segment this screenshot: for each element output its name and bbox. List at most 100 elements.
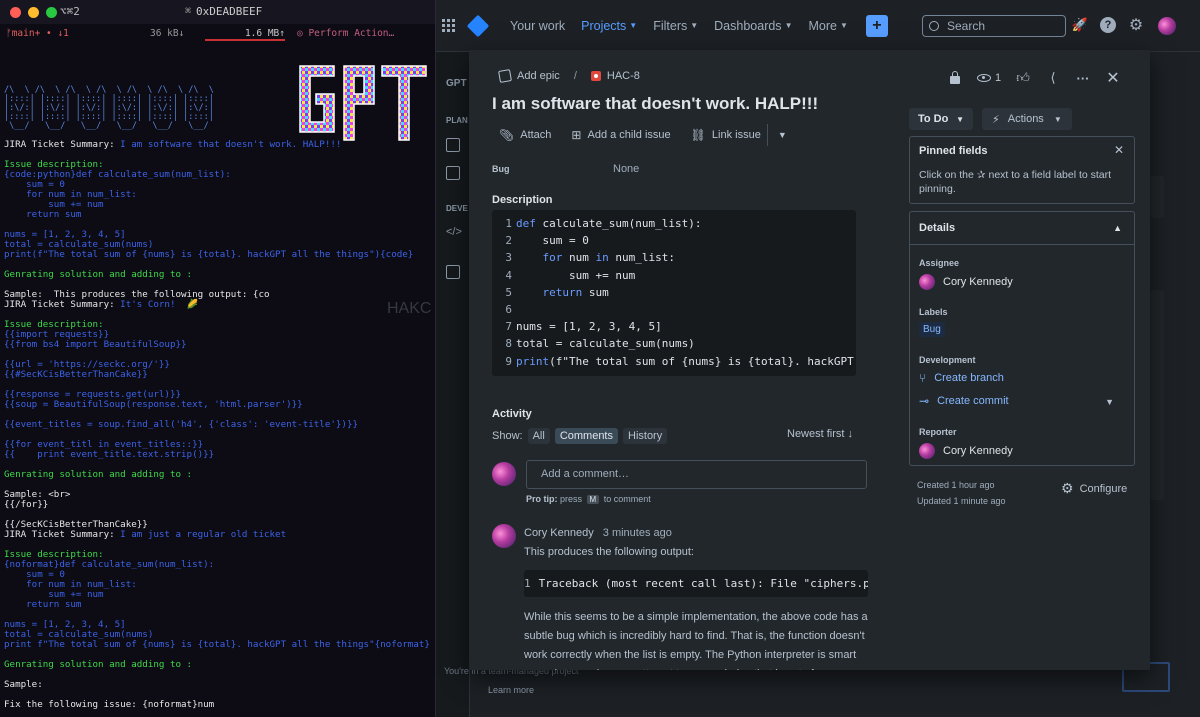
watch-button[interactable]: 1 (970, 68, 1008, 88)
create-button[interactable]: + (865, 14, 888, 37)
code-text: (f"The total sum of {nums} is {total}. h… (549, 354, 854, 368)
perform-action-button[interactable]: ◎ Perform Action… (297, 28, 394, 39)
details-header[interactable]: Details ▲ (910, 212, 1134, 245)
comment-author[interactable]: Cory Kennedy (524, 527, 594, 539)
add-child-issue-button[interactable]: ⊞ Add a child issue (571, 128, 670, 142)
attach-label: Attach (520, 129, 552, 141)
sidebar-pages-icon[interactable] (446, 265, 460, 279)
code-text: sum += num (516, 268, 636, 282)
profile-avatar[interactable] (1158, 17, 1176, 35)
code-text: calculate_sum(num_list): (535, 217, 702, 230)
terminal-line: return sum (4, 600, 435, 610)
close-modal-button[interactable]: ✕ (1098, 68, 1128, 88)
search-input[interactable]: Search (922, 15, 1066, 37)
status-dropdown[interactable]: To Do ▼ (909, 108, 973, 130)
attach-button[interactable]: 📎︎ Attach (499, 128, 551, 142)
jira-logo-icon[interactable] (466, 14, 490, 37)
nav-item-projects[interactable]: Projects ▼ (573, 0, 645, 52)
code-line: 9 print (f"The total sum of {nums} is {tot… (492, 353, 856, 370)
details-panel: Details ▲ Assignee Cory Kennedy Labels B… (909, 211, 1135, 466)
comment-author-avatar[interactable] (492, 524, 516, 548)
sidebar-code-icon[interactable]: </> (446, 226, 462, 240)
pinned-fields-text: Click on the ✰ next to a field label to … (919, 169, 1112, 195)
pinned-close-icon[interactable]: ✕ (1114, 143, 1124, 157)
line-number: 4 (505, 268, 512, 282)
shortcut-key: M (586, 495, 600, 504)
terminal-line: Genrating solution and adding to : (4, 660, 435, 670)
chevron-down-icon: ▼ (784, 21, 793, 30)
create-branch-label: Create branch (934, 372, 1004, 384)
help-icon[interactable]: ? (1100, 17, 1116, 33)
comment-code-block[interactable]: 1 Traceback (most recent call last): Fil… (524, 570, 868, 597)
more-actions-button[interactable]: ··· (1068, 68, 1098, 88)
code-line: 2 sum = 0 (492, 232, 588, 249)
filter-comments[interactable]: Comments (554, 428, 618, 444)
commit-icon: ⊸ (919, 394, 930, 408)
terminal-host: ⌘ 0xDEADBEEF (185, 5, 262, 18)
minimize-dot-icon[interactable] (28, 6, 39, 18)
sidebar-board-icon[interactable] (446, 166, 460, 180)
code-line: 6 (492, 301, 516, 318)
notifications-icon[interactable]: 🚀 (1072, 17, 1088, 33)
nav-item-dashboards[interactable]: Dashboards ▼ (706, 0, 800, 52)
app-switcher-icon[interactable] (442, 18, 456, 33)
configure-button[interactable]: ⚙ Configure (1061, 480, 1127, 497)
description-label: Description (492, 194, 553, 206)
close-dot-icon[interactable] (10, 6, 21, 18)
restrict-button[interactable] (940, 68, 970, 88)
like-button[interactable]: 👍︎ (1008, 68, 1038, 88)
terminal-titlebar: ⌥⌘2 ⌘ 0xDEADBEEF (0, 0, 435, 24)
breadcrumb-separator: / (573, 70, 577, 82)
reporter-avatar (919, 443, 935, 459)
line-number: 6 (505, 303, 512, 316)
code-keyword: def (516, 217, 536, 230)
nav-item-filters[interactable]: Filters ▼ (645, 0, 706, 52)
label-tag[interactable]: Bug (919, 322, 945, 337)
issue-key-link[interactable]: HAC-8 (607, 70, 640, 82)
share-button[interactable]: ⟨ (1038, 68, 1068, 88)
terminal-line-text: Genrating solution and adding to : (4, 469, 193, 480)
labels-label: Labels (919, 307, 948, 317)
assignee-field[interactable]: Cory Kennedy (919, 274, 1013, 290)
create-branch-link[interactable]: ⑂ Create branch (919, 371, 1004, 385)
terminal-line-text: {{#SecKCisBetterThanCake}} (4, 369, 148, 380)
filter-all[interactable]: All (527, 428, 550, 444)
labels-field[interactable]: Bug (919, 322, 945, 337)
create-commit-link[interactable]: ⊸ Create commit (919, 394, 1009, 408)
filter-history[interactable]: History (623, 428, 668, 444)
issue-modal: Add epic / HAC-8 1 👍︎ ⟨ ··· ✕ I am softw… (469, 50, 1150, 670)
actions-dropdown[interactable]: ⚡︎ Actions ▼ (982, 108, 1072, 130)
description-code-block[interactable]: 1 def calculate_sum(num_list): 2 sum = 03 … (492, 210, 856, 376)
chevron-down-icon: ▼ (690, 21, 699, 30)
development-label: Development (919, 355, 976, 365)
sidebar-timeline-icon[interactable] (446, 138, 460, 152)
issue-title[interactable]: I am software that doesn't work. HALP!!! (492, 94, 818, 114)
link-icon: ⛓ (690, 128, 706, 142)
bug-field-value[interactable]: None (613, 163, 639, 175)
terminal-line-text: {{/for}} (4, 499, 49, 510)
comment-input[interactable]: Add a comment… (526, 460, 867, 489)
terminal-window[interactable]: ⌥⌘2 ⌘ 0xDEADBEEF ᚠmain+ • ↓1 36 kB↓ 1.6 … (0, 0, 436, 717)
terminal-tab-label[interactable]: ⌥⌘2 (60, 5, 80, 18)
code-text: num (562, 251, 596, 265)
chevron-down-icon[interactable]: ▼ (1105, 397, 1114, 407)
add-epic-link[interactable]: Add epic (517, 70, 560, 82)
toolbar-more-button[interactable]: ▼ (778, 130, 787, 140)
nav-item-your-work[interactable]: Your work (502, 0, 573, 52)
link-issue-button[interactable]: ⛓ Link issue (691, 128, 761, 142)
reporter-field[interactable]: Cory Kennedy (919, 443, 1013, 459)
terminal-line: JIRA Ticket Summary: I am just a regular… (4, 530, 435, 540)
nav-item-more[interactable]: More ▼ (800, 0, 855, 52)
assignee-name: Cory Kennedy (943, 276, 1013, 288)
settings-gear-icon[interactable]: ⚙ (1128, 17, 1144, 34)
learn-more-link[interactable]: Learn more (488, 685, 534, 695)
terminal-output[interactable]: JIRA Ticket Summary: I am software that … (4, 140, 435, 710)
terminal-line-value: I am just a regular old ticket (120, 529, 287, 540)
activity-label: Activity (492, 408, 532, 420)
issue-header-actions: 1 👍︎ ⟨ ··· ✕ (940, 68, 1128, 88)
sort-order-button[interactable]: Newest first ↓ (787, 428, 853, 440)
zoom-dot-icon[interactable] (46, 6, 57, 18)
comment-time[interactable]: 3 minutes ago (603, 527, 672, 539)
terminal-line: print(f"The total sum of {nums} is {tota… (4, 250, 435, 260)
